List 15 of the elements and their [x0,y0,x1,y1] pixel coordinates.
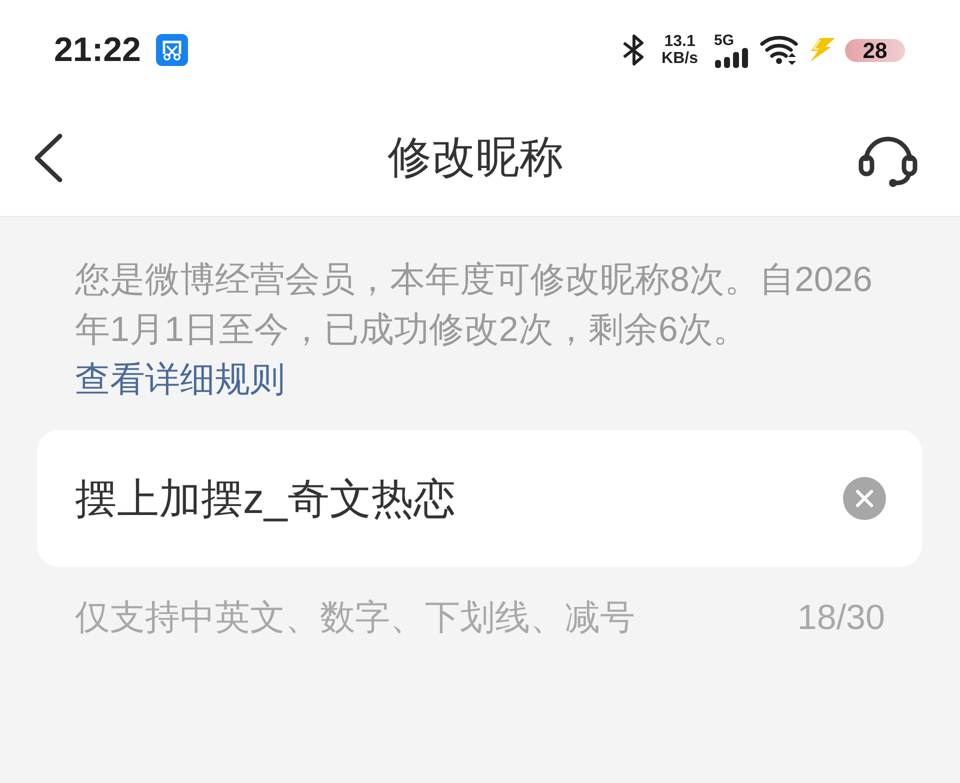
wifi-icon [760,35,800,65]
input-hint-text: 仅支持中英文、数字、下划线、减号 [75,597,635,639]
status-time: 21:22 [54,30,141,70]
network-type-label: 5G [714,32,734,48]
network-speed-text: 13.1 [664,33,696,50]
notice-paragraph: 您是微博经营会员，本年度可修改昵称8次。自2026年1月1日至今，已成功修改2次，剩余6次。 查看详细规则 [75,259,874,401]
character-counter: 18/30 [797,597,885,639]
rules-link[interactable]: 查看详细规则 [75,360,285,399]
scissors-app-icon [156,34,188,66]
battery-indicator: 28 [845,38,905,62]
signal-bars-icon [714,48,750,68]
network-speed-unit: KB/s [662,50,698,67]
back-chevron-icon[interactable] [33,133,63,183]
page-title: 修改昵称 [388,132,564,184]
nickname-input-field[interactable]: 摆上加摆z_奇文热恋 [37,430,922,567]
